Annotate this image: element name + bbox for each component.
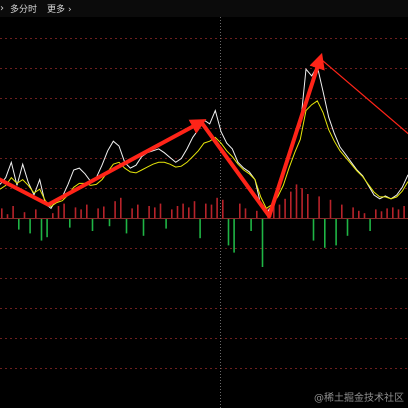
up-bar bbox=[86, 204, 88, 218]
up-bar bbox=[148, 206, 150, 218]
up-bar bbox=[380, 211, 383, 218]
trend-arrow bbox=[46, 119, 207, 207]
down-bar bbox=[46, 219, 48, 238]
up-bar bbox=[358, 210, 360, 218]
up-bar bbox=[329, 199, 332, 218]
up-bar bbox=[97, 208, 99, 218]
up-bar bbox=[392, 207, 394, 218]
up-bar bbox=[131, 208, 133, 218]
up-bar bbox=[397, 209, 400, 218]
down-bar bbox=[233, 219, 235, 253]
up-bar bbox=[375, 209, 377, 218]
up-bar bbox=[307, 194, 309, 218]
up-bar bbox=[301, 188, 303, 218]
up-bar bbox=[137, 204, 139, 218]
down-bar bbox=[335, 219, 337, 246]
down-bar bbox=[69, 219, 71, 228]
up-bar bbox=[120, 197, 122, 218]
up-bar bbox=[182, 203, 184, 218]
down-bar bbox=[18, 219, 20, 230]
up-bar bbox=[222, 199, 224, 218]
down-bar bbox=[91, 219, 94, 231]
up-bar bbox=[278, 204, 281, 218]
up-bar bbox=[256, 210, 258, 218]
up-bar bbox=[159, 203, 162, 218]
up-bar bbox=[176, 206, 179, 218]
up-bar bbox=[403, 206, 405, 218]
down-bar bbox=[346, 219, 349, 236]
up-bar bbox=[290, 191, 292, 218]
up-bar bbox=[341, 204, 343, 218]
trend-arrow bbox=[267, 52, 325, 219]
up-bar bbox=[284, 198, 286, 218]
up-bar bbox=[244, 208, 247, 218]
up-bar bbox=[1, 208, 3, 218]
up-bar bbox=[188, 207, 190, 218]
up-bar bbox=[57, 206, 60, 218]
watermark-text: @稀土掘金技术社区 bbox=[314, 393, 404, 404]
up-bar bbox=[114, 201, 116, 218]
down-bar bbox=[40, 219, 43, 241]
down-bar bbox=[108, 219, 111, 227]
up-bar bbox=[363, 213, 366, 218]
trend-arrow bbox=[199, 120, 272, 219]
up-bar bbox=[80, 209, 82, 218]
down-bar bbox=[369, 219, 371, 231]
up-bar bbox=[103, 206, 105, 218]
up-bar bbox=[295, 184, 298, 218]
down-bar bbox=[125, 219, 128, 234]
up-bar bbox=[12, 206, 14, 218]
down-bar bbox=[312, 219, 315, 241]
down-bar bbox=[324, 219, 326, 248]
up-bar bbox=[74, 207, 77, 218]
price-chart bbox=[0, 17, 408, 408]
up-bar bbox=[386, 208, 388, 218]
up-bar bbox=[171, 209, 173, 218]
up-bar bbox=[63, 203, 65, 218]
up-bar bbox=[352, 207, 354, 218]
down-bar bbox=[142, 219, 145, 236]
up-bar bbox=[318, 196, 320, 218]
intraday-chart-window: › 多分时 更多 › @稀土掘金技术社区 bbox=[0, 0, 408, 408]
down-bar bbox=[261, 219, 264, 267]
up-bar bbox=[205, 203, 207, 218]
up-bar bbox=[193, 201, 196, 218]
down-bar bbox=[250, 219, 252, 231]
trend-arrows bbox=[0, 52, 408, 219]
trend-arrow bbox=[319, 57, 408, 135]
up-bar bbox=[23, 212, 26, 218]
average-line bbox=[0, 100, 408, 210]
down-bar bbox=[227, 219, 230, 246]
price-line bbox=[0, 64, 408, 216]
down-bar bbox=[199, 219, 201, 239]
up-bar bbox=[216, 197, 218, 218]
up-bar bbox=[35, 209, 37, 218]
grid-lines bbox=[0, 17, 408, 408]
down-bar bbox=[165, 219, 167, 229]
down-bar bbox=[29, 219, 31, 234]
up-bar bbox=[210, 204, 213, 218]
up-bar bbox=[154, 207, 156, 218]
up-bar bbox=[6, 214, 9, 218]
up-bar bbox=[52, 213, 54, 218]
up-bar bbox=[239, 203, 241, 218]
